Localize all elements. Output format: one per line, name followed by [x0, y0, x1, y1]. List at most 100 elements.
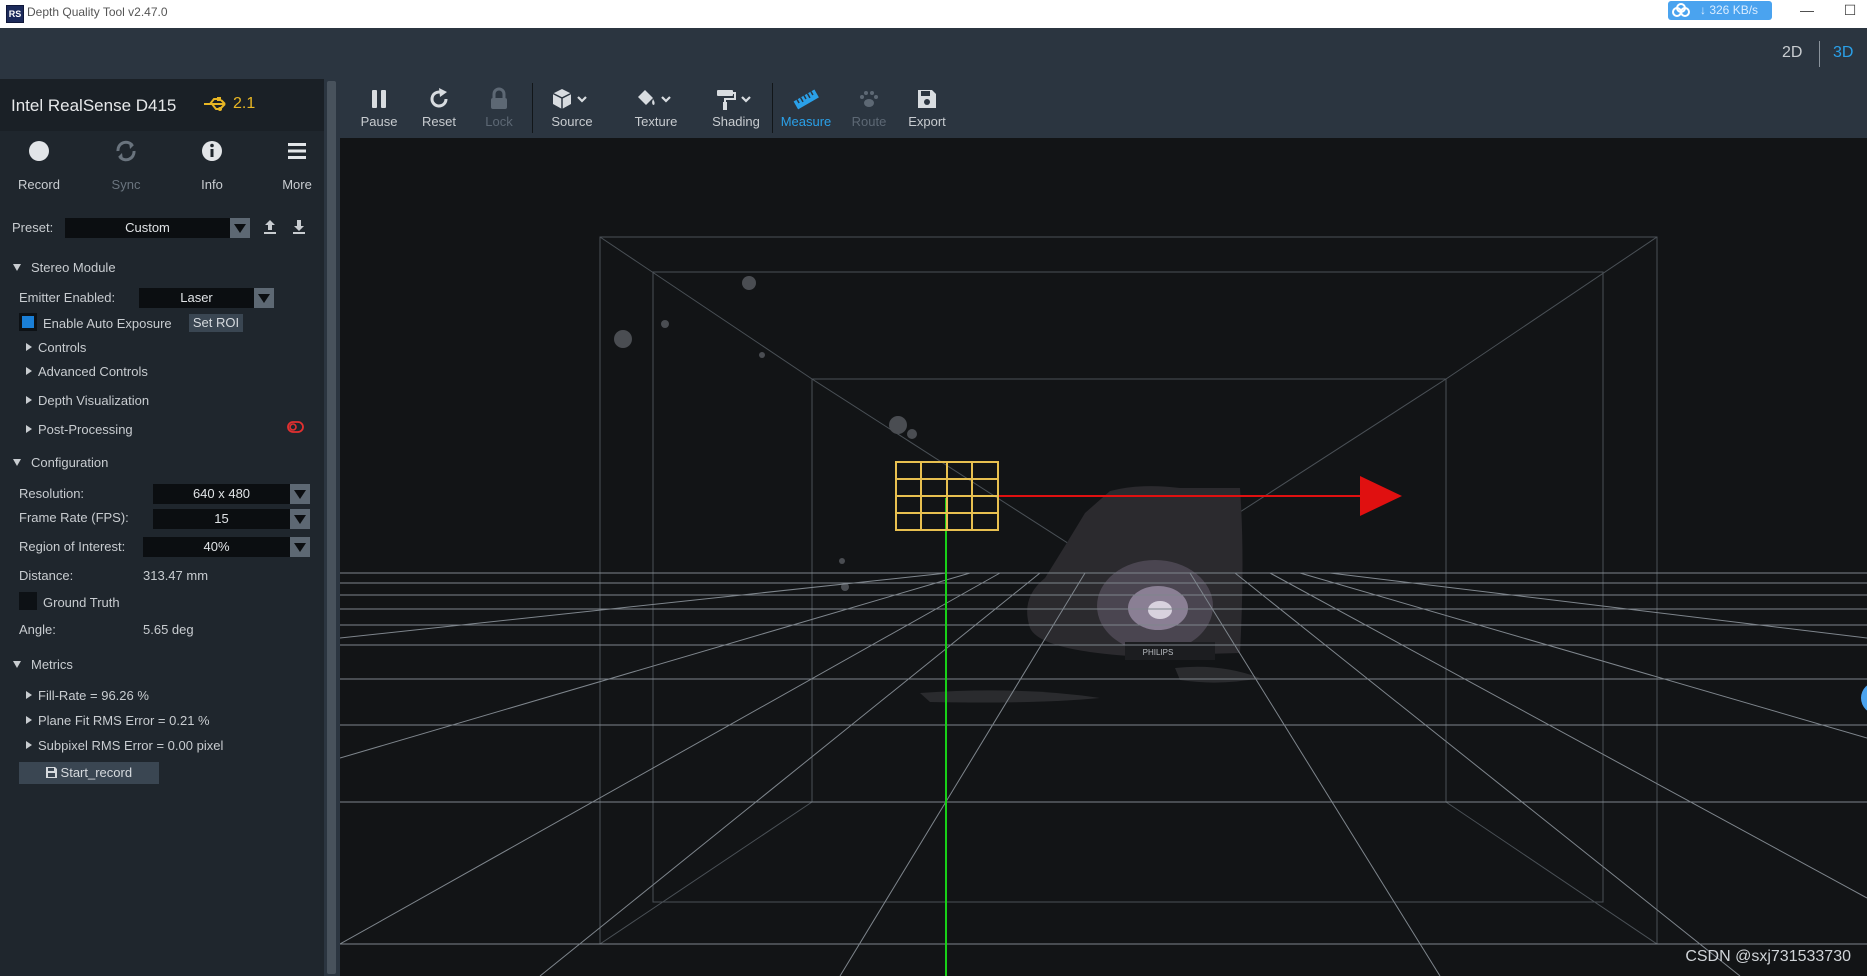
advanced-controls-section[interactable]: Advanced Controls [26, 364, 148, 379]
sync-label: Sync [111, 177, 141, 192]
preset-label: Preset: [12, 220, 54, 235]
fps-dropdown[interactable]: 15 [153, 509, 310, 529]
emitter-dropdown[interactable]: Laser [139, 288, 274, 308]
chevron-down-icon [230, 218, 250, 238]
metric-subpixel-text: Subpixel RMS Error = 0.00 pixel [38, 738, 224, 753]
expand-icon [26, 367, 32, 375]
info-label: Info [201, 177, 223, 192]
start-record-button[interactable]: Start_record [19, 762, 159, 784]
toggle-off-icon[interactable] [287, 421, 304, 433]
record-button[interactable]: Record [4, 139, 74, 192]
view-mode-3d-button[interactable]: 3D [1833, 44, 1853, 62]
sync-button[interactable]: Sync [91, 139, 161, 192]
window-titlebar: RS Depth Quality Tool v2.47.0 ↓ 326 KB/s… [0, 0, 1867, 28]
metric-plane-fit-text: Plane Fit RMS Error = 0.21 % [38, 713, 210, 728]
controls-section[interactable]: Controls [26, 340, 86, 355]
roi-value: 40% [203, 539, 230, 554]
emitter-label: Emitter Enabled: [19, 290, 116, 305]
watermark: CSDN @sxj731533730 [1685, 948, 1851, 965]
chevron-down-icon [290, 484, 310, 504]
texture-button[interactable]: Texture [616, 87, 696, 129]
collapse-icon [13, 264, 21, 271]
lock-button[interactable]: Lock [476, 87, 522, 129]
upload-icon[interactable] [262, 219, 278, 235]
chevron-down-icon [290, 509, 310, 529]
roi-grid [895, 461, 999, 531]
more-button[interactable]: More [262, 139, 332, 192]
measure-label: Measure [780, 114, 832, 129]
stereo-module-header[interactable]: Stereo Module [13, 260, 116, 275]
metric-fill-rate[interactable]: Fill-Rate = 96.26 % [26, 688, 149, 703]
expand-icon [26, 691, 32, 699]
view-mode-2d-button[interactable]: 2D [1782, 44, 1802, 62]
maximize-button[interactable]: ☐ [1835, 2, 1865, 19]
toolbar-separator [772, 83, 773, 133]
expand-icon [26, 396, 32, 404]
pause-label: Pause [360, 114, 398, 129]
lock-icon [491, 87, 507, 109]
metric-plane-fit[interactable]: Plane Fit RMS Error = 0.21 % [26, 713, 210, 728]
3d-viewport[interactable]: PHILIPS CSDN @sxj731533730 [340, 138, 1867, 976]
export-button[interactable]: Export [902, 87, 952, 129]
lock-label: Lock [485, 114, 513, 129]
route-label: Route [851, 114, 887, 129]
source-label: Source [551, 114, 593, 129]
angle-value: 5.65 deg [143, 622, 194, 637]
configuration-header[interactable]: Configuration [13, 455, 108, 470]
expand-icon [26, 425, 32, 433]
point-cloud: PHILIPS [614, 276, 1260, 703]
record-label: Record [18, 177, 60, 192]
post-processing-section[interactable]: Post-Processing [26, 422, 133, 437]
stereo-module-title: Stereo Module [31, 260, 116, 275]
download-icon[interactable] [291, 219, 307, 235]
resolution-label: Resolution: [19, 486, 85, 501]
chevron-down-icon [290, 537, 310, 557]
preset-dropdown[interactable]: Custom [65, 218, 250, 238]
collapse-icon [13, 459, 21, 466]
save-icon [45, 767, 57, 778]
roi-dropdown[interactable]: 40% [143, 537, 310, 557]
distance-label: Distance: [19, 568, 74, 583]
resolution-value: 640 x 480 [192, 486, 251, 501]
sync-icon [116, 140, 136, 162]
fps-value: 15 [214, 511, 229, 526]
object-brand-label: PHILIPS [1143, 648, 1174, 657]
auto-exposure-label: Enable Auto Exposure [43, 316, 172, 331]
scrollbar-thumb[interactable] [327, 81, 336, 974]
expand-icon [26, 343, 32, 351]
x-axis-arrow [1360, 476, 1402, 516]
paint-roller-icon [717, 90, 751, 110]
network-speed-widget[interactable]: ↓ 326 KB/s [1668, 1, 1772, 20]
usb-version: 2.1 [233, 95, 256, 112]
expand-icon [26, 741, 32, 749]
metrics-header[interactable]: Metrics [13, 657, 73, 672]
pause-button[interactable]: Pause [356, 87, 402, 129]
shading-button[interactable]: Shading [696, 87, 776, 129]
device-header: Intel RealSense D415 2.1 [0, 79, 324, 131]
device-panel: Intel RealSense D415 2.1 Record Sync Inf… [0, 79, 324, 976]
network-speed-text: ↓ 326 KB/s [1700, 3, 1759, 17]
ground-truth-label: Ground Truth [43, 595, 120, 610]
info-button[interactable]: Info [177, 139, 247, 192]
distance-value: 313.47 mm [143, 568, 209, 583]
set-roi-button[interactable]: Set ROI [189, 314, 243, 332]
depth-visualization-section[interactable]: Depth Visualization [26, 393, 149, 408]
auto-exposure-checkbox[interactable] [19, 313, 37, 331]
fps-label: Frame Rate (FPS): [19, 510, 129, 525]
measure-button[interactable]: Measure [777, 87, 835, 129]
source-button[interactable]: Source [537, 87, 607, 129]
emitter-value: Laser [180, 290, 213, 305]
metric-subpixel[interactable]: Subpixel RMS Error = 0.00 pixel [26, 738, 223, 753]
minimize-button[interactable]: — [1792, 2, 1822, 18]
chevron-down-icon [254, 288, 274, 308]
usb-icon [204, 97, 226, 111]
panel-scrollbar[interactable] [324, 79, 340, 976]
reset-button[interactable]: Reset [416, 87, 462, 129]
point-cloud-scene[interactable]: PHILIPS [340, 138, 1867, 976]
route-button[interactable]: Route [844, 87, 894, 129]
window-title: Depth Quality Tool v2.47.0 [27, 5, 168, 19]
ground-truth-checkbox[interactable] [19, 592, 37, 610]
viewport-handle[interactable] [1861, 682, 1867, 714]
resolution-dropdown[interactable]: 640 x 480 [153, 484, 310, 504]
angle-label: Angle: [19, 622, 56, 637]
